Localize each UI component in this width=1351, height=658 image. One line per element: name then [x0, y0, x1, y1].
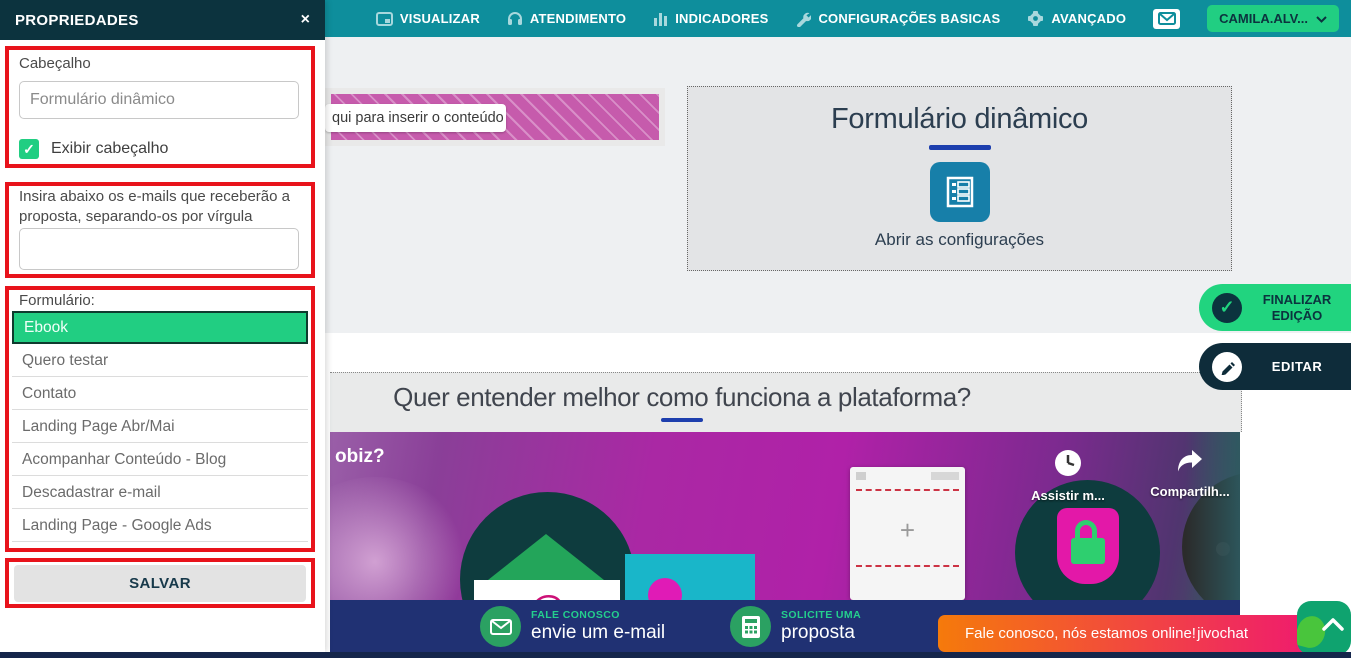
- shield-icon: [1057, 508, 1119, 584]
- header-text-input[interactable]: [19, 81, 299, 119]
- proposal-small-label: SOLICITE UMA: [781, 609, 862, 621]
- app-window: VISUALIZAR ATENDIMENTO INDICADORES CONFI…: [0, 0, 1351, 658]
- form-icon[interactable]: [929, 162, 990, 222]
- section-title-underline: [661, 418, 703, 422]
- check-icon: ✓: [1212, 292, 1242, 323]
- properties-panel-header: PROPRIEDADES ×: [0, 0, 325, 40]
- form-option-landing-google-ads[interactable]: Landing Page - Google Ads: [12, 509, 308, 542]
- share-label: Compartilh...: [1150, 484, 1230, 499]
- nav-atendimento[interactable]: ATENDIMENTO: [507, 11, 626, 26]
- widget-title: Formulário dinâmico: [831, 103, 1088, 135]
- envelope-icon: [480, 606, 521, 647]
- user-name-label: CAMILA.ALV...: [1219, 11, 1308, 26]
- nav-label: INDICADORES: [675, 11, 769, 26]
- share-button[interactable]: Compartilh...: [1130, 448, 1240, 499]
- wrench-icon: [795, 11, 812, 27]
- contact-big-label: envie um e-mail: [531, 622, 666, 643]
- video-art-form-window: +: [850, 467, 965, 600]
- checkbox-checked-icon[interactable]: ✓: [19, 139, 39, 159]
- envelope-body: @: [474, 580, 620, 600]
- header-field-label: Cabeçalho: [19, 55, 91, 72]
- video-art-envelope-circle: @: [460, 492, 635, 600]
- properties-panel: PROPRIEDADES × Cabeçalho ✓ Exibir cabeça…: [0, 0, 325, 652]
- calculator-icon: [730, 606, 771, 647]
- at-symbol: @: [529, 588, 564, 600]
- nav-label: CONFIGURAÇÕES BASICAS: [818, 11, 1001, 26]
- panel-title: PROPRIEDADES: [15, 11, 139, 29]
- page-section-heading: Quer entender melhor como funciona a pla…: [330, 372, 1242, 432]
- envelope-icon[interactable]: [1153, 8, 1181, 29]
- form-option-quero-testar[interactable]: Quero testar: [12, 344, 308, 377]
- form-option-landing-abr-mai[interactable]: Landing Page Abr/Mai: [12, 410, 308, 443]
- open-settings-link[interactable]: Abrir as configurações: [688, 230, 1231, 250]
- share-arrow-icon: [1176, 450, 1204, 478]
- proposal-big-label: proposta: [781, 622, 855, 643]
- nav-label: ATENDIMENTO: [529, 11, 627, 26]
- contact-small-label: FALE CONOSCO: [531, 609, 620, 621]
- contact-email-link[interactable]: FALE CONOSCO envie um e-mail: [480, 606, 665, 647]
- section-title: Quer entender melhor como funciona a pla…: [393, 382, 971, 412]
- nav-visualizar[interactable]: VISUALIZAR: [375, 11, 480, 26]
- finalize-edit-label: FINALIZAR EDIÇÃO: [1262, 291, 1332, 323]
- gear-icon: [1027, 10, 1044, 27]
- pencil-icon: [1212, 351, 1242, 382]
- window-bottom-edge: [0, 652, 1351, 658]
- preview-icon: [375, 11, 393, 26]
- insert-content-hint[interactable]: qui para inserir o conteúdo: [325, 104, 506, 132]
- chevron-up-icon: [1322, 617, 1344, 636]
- form-option-acompanhar-conteudo[interactable]: Acompanhar Conteúdo - Blog: [12, 443, 308, 476]
- headphones-icon: [507, 11, 523, 26]
- form-select-label: Formulário:: [19, 292, 95, 309]
- checkbox-label: Exibir cabeçalho: [51, 140, 169, 157]
- dynamic-form-widget-card[interactable]: Formulário dinâmico Abrir as configuraçõ…: [687, 86, 1232, 271]
- watch-later-label: Assistir m...: [1031, 488, 1105, 503]
- form-option-ebook[interactable]: Ebook: [12, 311, 308, 344]
- bar-chart-icon: [653, 12, 668, 26]
- user-account-button[interactable]: CAMILA.ALV...: [1207, 5, 1339, 32]
- title-underline: [928, 145, 991, 150]
- watch-later-button[interactable]: Assistir m...: [1008, 448, 1128, 503]
- chat-widget-bar[interactable]: Fale conosco, nós estamos online! jivoch…: [938, 615, 1310, 652]
- clock-icon: [1053, 450, 1083, 482]
- video-title-fragment: obiz?: [335, 446, 385, 467]
- video-player[interactable]: obiz? @ + Assistir m...: [330, 432, 1240, 600]
- chat-brand-logo: jivochat: [1197, 625, 1248, 642]
- chat-toggle-button[interactable]: [1297, 601, 1351, 655]
- emails-input[interactable]: [19, 228, 299, 270]
- nav-avancado[interactable]: AVANÇADO: [1027, 10, 1126, 27]
- lock-icon: [1075, 520, 1097, 538]
- show-header-checkbox-row[interactable]: ✓ Exibir cabeçalho: [19, 139, 168, 159]
- chat-message: Fale conosco, nós estamos online!: [965, 625, 1196, 642]
- edit-label: EDITAR: [1271, 359, 1323, 374]
- finalize-edit-button[interactable]: ✓ FINALIZAR EDIÇÃO: [1199, 284, 1351, 331]
- edit-button[interactable]: EDITAR: [1199, 343, 1351, 390]
- nav-indicadores[interactable]: INDICADORES: [653, 11, 768, 26]
- form-option-descadastrar[interactable]: Descadastrar e-mail: [12, 476, 308, 509]
- envelope-flap: [488, 534, 604, 580]
- form-option-contato[interactable]: Contato: [12, 377, 308, 410]
- form-options-list: Ebook Quero testar Contato Landing Page …: [12, 311, 308, 542]
- video-art-blob: [330, 477, 470, 600]
- nav-configuracoes-basicas[interactable]: CONFIGURAÇÕES BASICAS: [795, 11, 1000, 27]
- emails-field-label: Insira abaixo os e-mails que receberão a…: [19, 188, 290, 225]
- nav-label: AVANÇADO: [1051, 11, 1127, 26]
- chevron-down-icon: [1316, 11, 1327, 26]
- nav-label: VISUALIZAR: [399, 11, 480, 26]
- close-icon[interactable]: ×: [301, 11, 310, 29]
- save-button[interactable]: SALVAR: [14, 565, 306, 602]
- request-proposal-link[interactable]: SOLICITE UMA proposta: [730, 606, 861, 647]
- video-art-teal-shape: [625, 554, 755, 600]
